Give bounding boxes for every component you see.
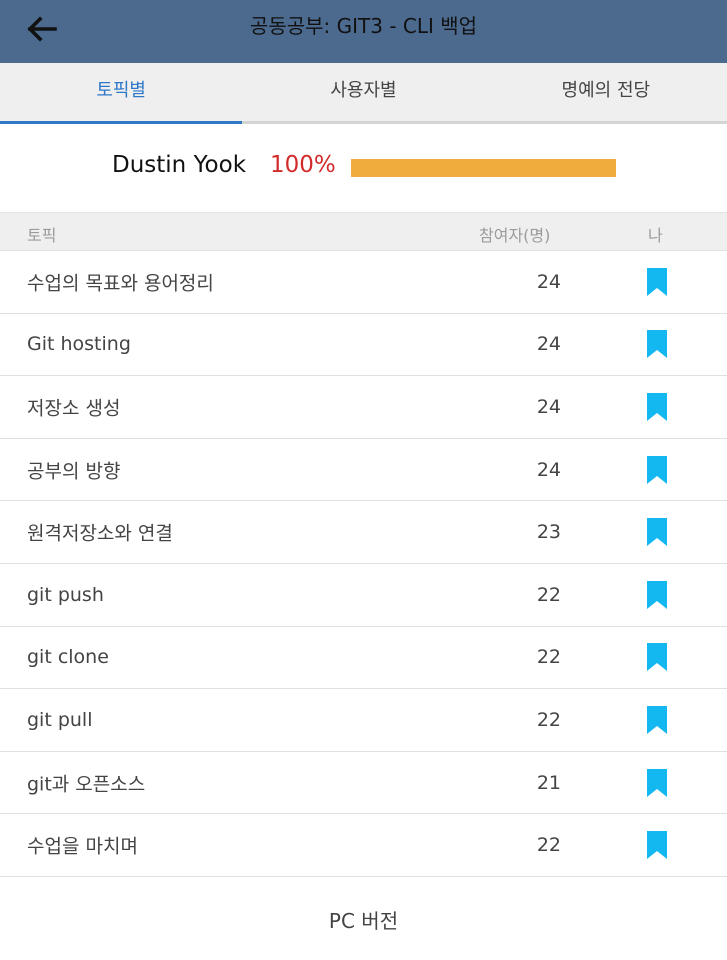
table-row[interactable]: 공부의 방향 24 <box>0 439 727 502</box>
table-row[interactable]: Git hosting 24 <box>0 314 727 377</box>
table-header: 토픽 참여자(명) 나 <box>0 212 727 251</box>
participant-count: 22 <box>536 583 561 606</box>
tab-by-topic[interactable]: 토픽별 <box>0 63 243 124</box>
participant-count: 22 <box>536 708 561 731</box>
topic-title: git과 오픈소스 <box>27 773 146 796</box>
bookmark-icon[interactable] <box>647 643 667 672</box>
page-title: 공동공부: GIT3 - CLI 백업 <box>249 14 478 38</box>
table-row[interactable]: git pull 22 <box>0 689 727 752</box>
topic-title: Git hosting <box>27 333 131 356</box>
progress-bar-fill <box>351 159 616 177</box>
bookmark-icon[interactable] <box>647 580 667 609</box>
bookmark-icon[interactable] <box>647 267 667 296</box>
bookmark-icon[interactable] <box>647 518 667 547</box>
participant-count: 22 <box>536 834 561 857</box>
app-bar: 공동공부: GIT3 - CLI 백업 <box>0 0 727 63</box>
participant-count: 24 <box>536 395 561 418</box>
table-row[interactable]: 수업의 목표와 용어정리 24 <box>0 251 727 314</box>
participant-count: 24 <box>536 270 561 293</box>
bookmark-icon[interactable] <box>647 392 667 421</box>
topic-title: git pull <box>27 708 93 731</box>
user-progress-summary: Dustin Yook 100% <box>0 124 727 212</box>
progress-bar <box>351 159 616 177</box>
topic-title: 저장소 생성 <box>27 397 121 420</box>
topic-title: 수업을 마치며 <box>27 835 138 858</box>
bookmark-icon[interactable] <box>647 768 667 797</box>
table-row[interactable]: git clone 22 <box>0 627 727 690</box>
bookmark-icon[interactable] <box>647 330 667 359</box>
table-row[interactable]: 원격저장소와 연결 23 <box>0 501 727 564</box>
column-header-me: 나 <box>648 226 663 245</box>
tab-hall-of-fame[interactable]: 명예의 전당 <box>485 63 727 121</box>
table-row[interactable]: 수업을 마치며 22 <box>0 814 727 877</box>
topic-list: 수업의 목표와 용어정리 24 Git hosting 24 저장소 생성 24 공부의 방… <box>0 251 727 877</box>
topic-title: 공부의 방향 <box>27 460 121 483</box>
participant-count: 22 <box>536 646 561 669</box>
bookmark-icon[interactable] <box>647 831 667 860</box>
progress-percent: 100% <box>270 152 336 178</box>
pc-version-link[interactable]: PC 버전 <box>0 905 727 934</box>
column-header-topic: 토픽 <box>27 226 57 245</box>
participant-count: 23 <box>536 521 561 544</box>
table-row[interactable]: 저장소 생성 24 <box>0 376 727 439</box>
tab-bar: 토픽별 사용자별 명예의 전당 <box>0 63 727 124</box>
column-header-participants: 참여자(명) <box>479 226 551 245</box>
participant-count: 24 <box>536 458 561 481</box>
participant-count: 21 <box>536 771 561 794</box>
bookmark-icon[interactable] <box>647 455 667 484</box>
topic-title: 원격저장소와 연결 <box>27 522 173 545</box>
topic-title: git push <box>27 583 104 606</box>
participant-count: 24 <box>536 333 561 356</box>
bookmark-icon[interactable] <box>647 705 667 734</box>
topic-title: 수업의 목표와 용어정리 <box>27 272 214 295</box>
user-name: Dustin Yook <box>112 152 247 178</box>
table-row[interactable]: git push 22 <box>0 564 727 627</box>
topic-title: git clone <box>27 646 109 669</box>
tab-by-user[interactable]: 사용자별 <box>242 63 484 121</box>
table-row[interactable]: git과 오픈소스 21 <box>0 752 727 815</box>
